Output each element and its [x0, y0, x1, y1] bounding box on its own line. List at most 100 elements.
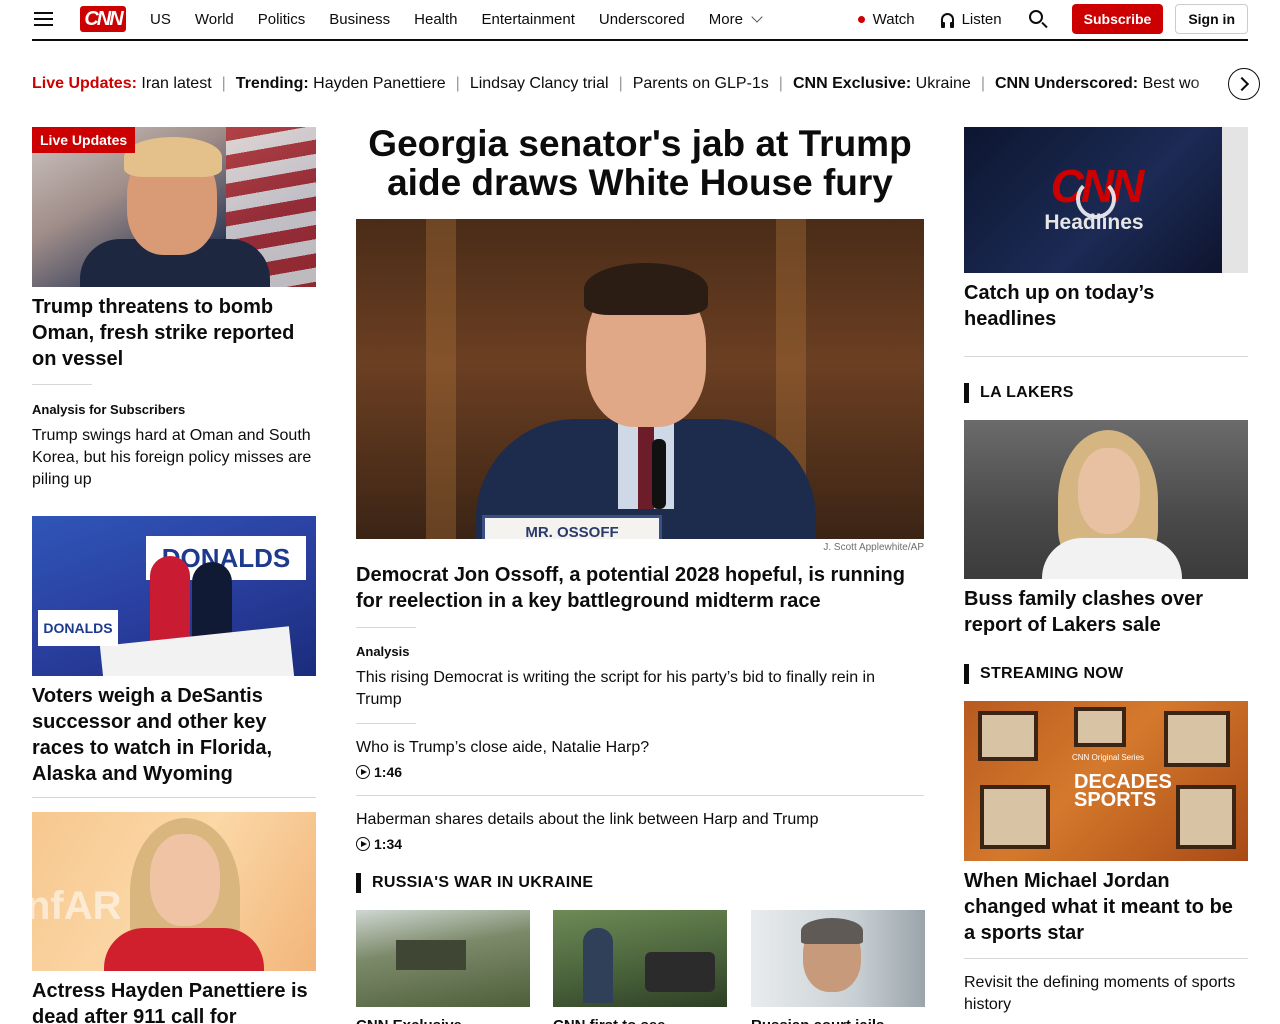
story-headline-florida-races[interactable]: Voters weigh a DeSantis successor and ot… — [32, 683, 316, 787]
listen-label: Listen — [961, 10, 1002, 28]
divider — [356, 795, 924, 796]
section-title-ukraine[interactable]: RUSSIA'S WAR IN UKRAINE — [356, 873, 593, 893]
thumb-caption[interactable]: CNN first to see — [553, 1016, 666, 1024]
section-title-streaming[interactable]: STREAMING NOW — [964, 664, 1123, 684]
live-updates-badge: Live Updates — [32, 127, 136, 153]
nav-politics[interactable]: Politics — [258, 11, 306, 28]
story-headline-hayden[interactable]: Actress Hayden Panettiere is dead after … — [32, 978, 316, 1024]
nav-health[interactable]: Health — [414, 11, 457, 28]
search-icon[interactable] — [1028, 9, 1048, 29]
story-headline-jordan[interactable]: When Michael Jordan changed what it mean… — [964, 868, 1248, 946]
chevron-right-icon — [1234, 76, 1250, 92]
donalds-rally-photo[interactable]: DONALDS DONALDS — [32, 516, 316, 676]
video-duration-label: 1:34 — [374, 836, 403, 852]
ticker-next-button[interactable] — [1228, 68, 1260, 100]
menu-icon[interactable] — [34, 12, 53, 26]
analysis-subscribers-label: Analysis for Subscribers — [32, 402, 186, 417]
ticker-item[interactable]: CNN Exclusive: Ukraine — [793, 70, 971, 98]
thumb-caption[interactable]: CNN Exclusive — [356, 1016, 462, 1024]
ticker-item[interactable]: Trending: Hayden Panettiere — [236, 70, 446, 98]
video-duration: 1:34 — [356, 836, 402, 852]
section-title-lakers[interactable]: LA LAKERS — [964, 383, 1074, 403]
ticker-separator: | — [618, 75, 623, 92]
subscribe-button[interactable]: Subscribe — [1071, 4, 1164, 34]
series-title: DECADES SPORTS — [1074, 771, 1172, 811]
cnn-headlines-video[interactable]: CNN Headlines — [964, 127, 1248, 273]
series-label: CNN Original Series — [1072, 753, 1145, 762]
story-headline-ossoff[interactable]: Democrat Jon Ossoff, a potential 2028 ho… — [356, 562, 924, 614]
ticker-text: Hayden Panettiere — [313, 75, 446, 92]
ticker-item[interactable]: Live Updates: Iran latest — [32, 70, 212, 98]
photo-figure — [1042, 538, 1182, 579]
video-story-link[interactable]: Who is Trump’s close aide, Natalie Harp? — [356, 737, 924, 759]
site-header: CNN US World Politics Business Health En… — [32, 0, 1248, 41]
nav-us[interactable]: US — [150, 11, 171, 28]
nameplate: MR. OSSOFF — [482, 515, 662, 539]
photo-figure — [1078, 448, 1140, 534]
nav-business[interactable]: Business — [329, 11, 390, 28]
hayden-panettiere-photo[interactable]: nfAR — [32, 812, 316, 971]
main-headline[interactable]: Georgia senator's jab at Trump aide draw… — [356, 124, 924, 202]
ticker-separator: | — [778, 75, 783, 92]
divider — [32, 384, 92, 385]
ukraine-thumb-1[interactable] — [356, 910, 530, 1007]
ticker-item[interactable]: CNN Underscored: Best wo — [995, 70, 1200, 98]
ticker-prefix: CNN Underscored: — [994, 75, 1139, 92]
ticker-text: Parents on GLP-1s — [632, 75, 769, 92]
next-slide-peek — [1222, 127, 1248, 273]
photo-figure — [584, 263, 708, 315]
revisit-story-link[interactable]: Revisit the defining moments of sports h… — [964, 972, 1248, 1016]
sign-in-button[interactable]: Sign in — [1175, 4, 1248, 34]
nav-underscored[interactable]: Underscored — [599, 11, 685, 28]
photo-figure — [801, 918, 863, 944]
ticker-separator: | — [455, 75, 460, 92]
main-nav: US World Politics Business Health Entert… — [150, 0, 763, 38]
ticker-fade — [1190, 70, 1224, 98]
headlines-wordmark: Headlines — [1044, 211, 1144, 234]
jeanie-buss-photo[interactable] — [964, 420, 1248, 579]
nav-entertainment[interactable]: Entertainment — [482, 11, 575, 28]
header-actions: Watch Listen Subscribe Sign in — [857, 0, 1248, 38]
nav-more[interactable]: More — [708, 10, 763, 28]
ukraine-thumb-3[interactable] — [751, 910, 925, 1007]
ticker-text: Iran latest — [141, 75, 212, 92]
divider — [356, 627, 416, 628]
headphones-icon — [940, 13, 954, 28]
nav-more-label: More — [708, 10, 743, 28]
analysis-story-link[interactable]: This rising Democrat is writing the scri… — [356, 667, 924, 711]
play-icon — [356, 837, 370, 851]
story-headline-trump-oman[interactable]: Trump threatens to bomb Oman, fresh stri… — [32, 294, 316, 372]
photo-figure — [583, 928, 613, 1003]
ticker-item[interactable]: Parents on GLP-1s — [633, 70, 769, 98]
photo-frame — [980, 785, 1050, 849]
photo-figure — [124, 137, 222, 177]
ukraine-thumb-2[interactable] — [553, 910, 727, 1007]
photo-credit: J. Scott Applewhite/AP — [823, 542, 924, 553]
ticker-prefix: Trending: — [235, 75, 309, 92]
analysis-story-link[interactable]: Trump swings hard at Oman and South Kore… — [32, 425, 316, 491]
nav-world[interactable]: World — [195, 11, 234, 28]
video-story-link[interactable]: Haberman shares details about the link b… — [356, 809, 924, 831]
ticker-item[interactable]: Lindsay Clancy trial — [470, 70, 609, 98]
listen-link[interactable]: Listen — [940, 10, 1002, 28]
video-duration-label: 1:46 — [374, 764, 403, 780]
photo-figure — [150, 834, 220, 926]
ticker-separator: | — [980, 75, 985, 92]
photo-figure — [396, 940, 466, 970]
story-headline-lakers[interactable]: Buss family clashes over report of Laker… — [964, 586, 1248, 638]
divider — [964, 356, 1248, 357]
watch-link[interactable]: Watch — [857, 11, 915, 28]
ossoff-photo[interactable]: MR. OSSOFF — [356, 219, 924, 539]
chevron-down-icon — [751, 11, 763, 23]
campaign-sign-small: DONALDS — [38, 610, 118, 646]
photo-frame — [978, 711, 1038, 761]
photo-backdrop-text: nfAR — [32, 884, 122, 928]
divider — [32, 797, 316, 798]
decades-in-sports-promo[interactable]: CNN Original Series DECADES SPORTS — [964, 701, 1248, 861]
ticker-text: Ukraine — [915, 75, 971, 92]
divider — [964, 958, 1248, 959]
thumb-caption[interactable]: Russian court jails — [751, 1016, 884, 1024]
live-dot-icon — [857, 15, 865, 23]
cnn-logo[interactable]: CNN — [80, 6, 126, 32]
catch-up-headline[interactable]: Catch up on today’s headlines — [964, 280, 1248, 332]
